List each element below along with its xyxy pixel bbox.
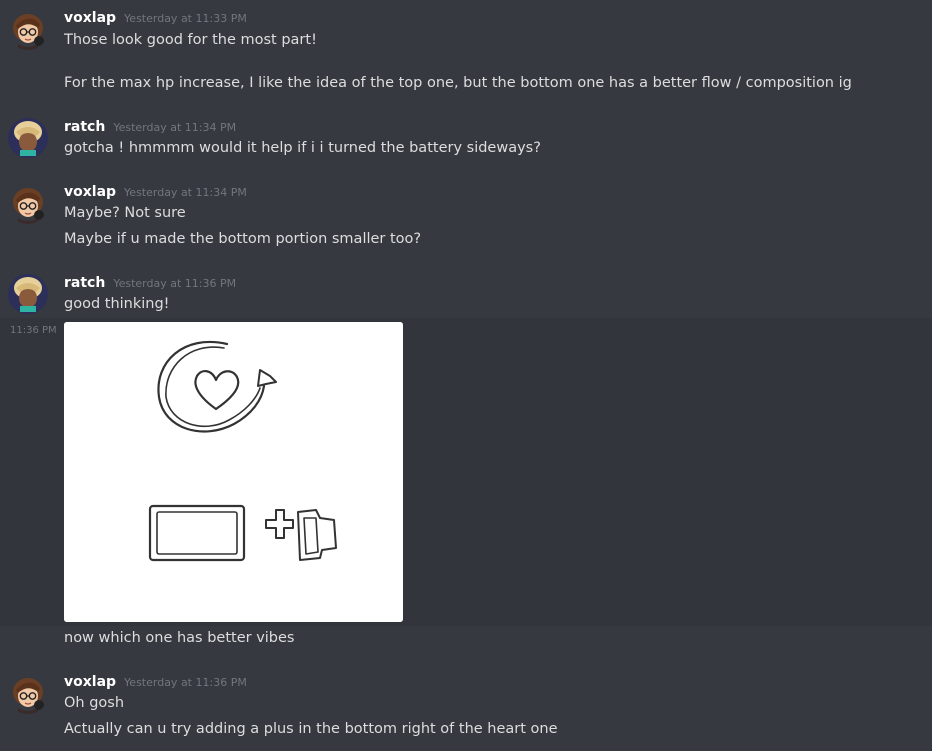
message-text: now which one has better vibes	[64, 630, 295, 646]
author-name[interactable]: ratch	[64, 275, 105, 291]
message-text: good thinking!	[64, 296, 170, 312]
message-header: voxlap Yesterday at 11:34 PM	[64, 184, 247, 200]
message-text: For the max hp increase, I like the idea…	[64, 75, 852, 91]
message-text: Maybe if u made the bottom portion small…	[64, 231, 422, 247]
message-text: gotcha ! hmmmm would it help if i i turn…	[64, 140, 541, 156]
message-text: Those look good for the most part!	[64, 32, 317, 48]
message-timestamp: Yesterday at 11:36 PM	[124, 676, 247, 689]
avatar-voxlap[interactable]	[8, 184, 48, 224]
sketch-image	[64, 322, 403, 622]
author-name[interactable]: voxlap	[64, 674, 116, 690]
avatar-ratch[interactable]	[8, 118, 48, 158]
avatar-voxlap[interactable]	[8, 10, 48, 50]
hover-timestamp: 11:36 PM	[10, 325, 57, 336]
message-timestamp: Yesterday at 11:36 PM	[113, 277, 237, 290]
message-header: ratch Yesterday at 11:36 PM	[64, 275, 236, 291]
avatar-voxlap[interactable]	[8, 674, 48, 714]
avatar-ratch[interactable]	[8, 274, 48, 314]
message-group-voxlap-2: voxlap Yesterday at 11:34 PM Maybe? Not …	[0, 174, 932, 266]
message-timestamp: Yesterday at 11:33 PM	[124, 12, 247, 25]
message-header: ratch Yesterday at 11:34 PM	[64, 119, 236, 135]
message-text: Actually can u try adding a plus in the …	[64, 721, 558, 737]
message-header: voxlap Yesterday at 11:36 PM	[64, 674, 247, 690]
author-name[interactable]: voxlap	[64, 10, 116, 26]
author-name[interactable]: ratch	[64, 119, 105, 135]
message-group-ratch-2: ratch Yesterday at 11:36 PM good thinkin…	[0, 266, 932, 666]
message-group-voxlap-1: voxlap Yesterday at 11:33 PM Those look …	[0, 0, 932, 110]
author-name[interactable]: voxlap	[64, 184, 116, 200]
message-timestamp: Yesterday at 11:34 PM	[124, 186, 247, 199]
message-group-ratch-1: ratch Yesterday at 11:34 PM gotcha ! hmm…	[0, 110, 932, 174]
message-header: voxlap Yesterday at 11:33 PM	[64, 10, 247, 26]
message-group-voxlap-3: voxlap Yesterday at 11:36 PM Oh gosh Act…	[0, 666, 932, 751]
message-text: Maybe? Not sure	[64, 205, 186, 221]
message-timestamp: Yesterday at 11:34 PM	[113, 121, 237, 134]
image-attachment[interactable]	[64, 322, 403, 622]
message-text: Oh gosh	[64, 695, 125, 711]
